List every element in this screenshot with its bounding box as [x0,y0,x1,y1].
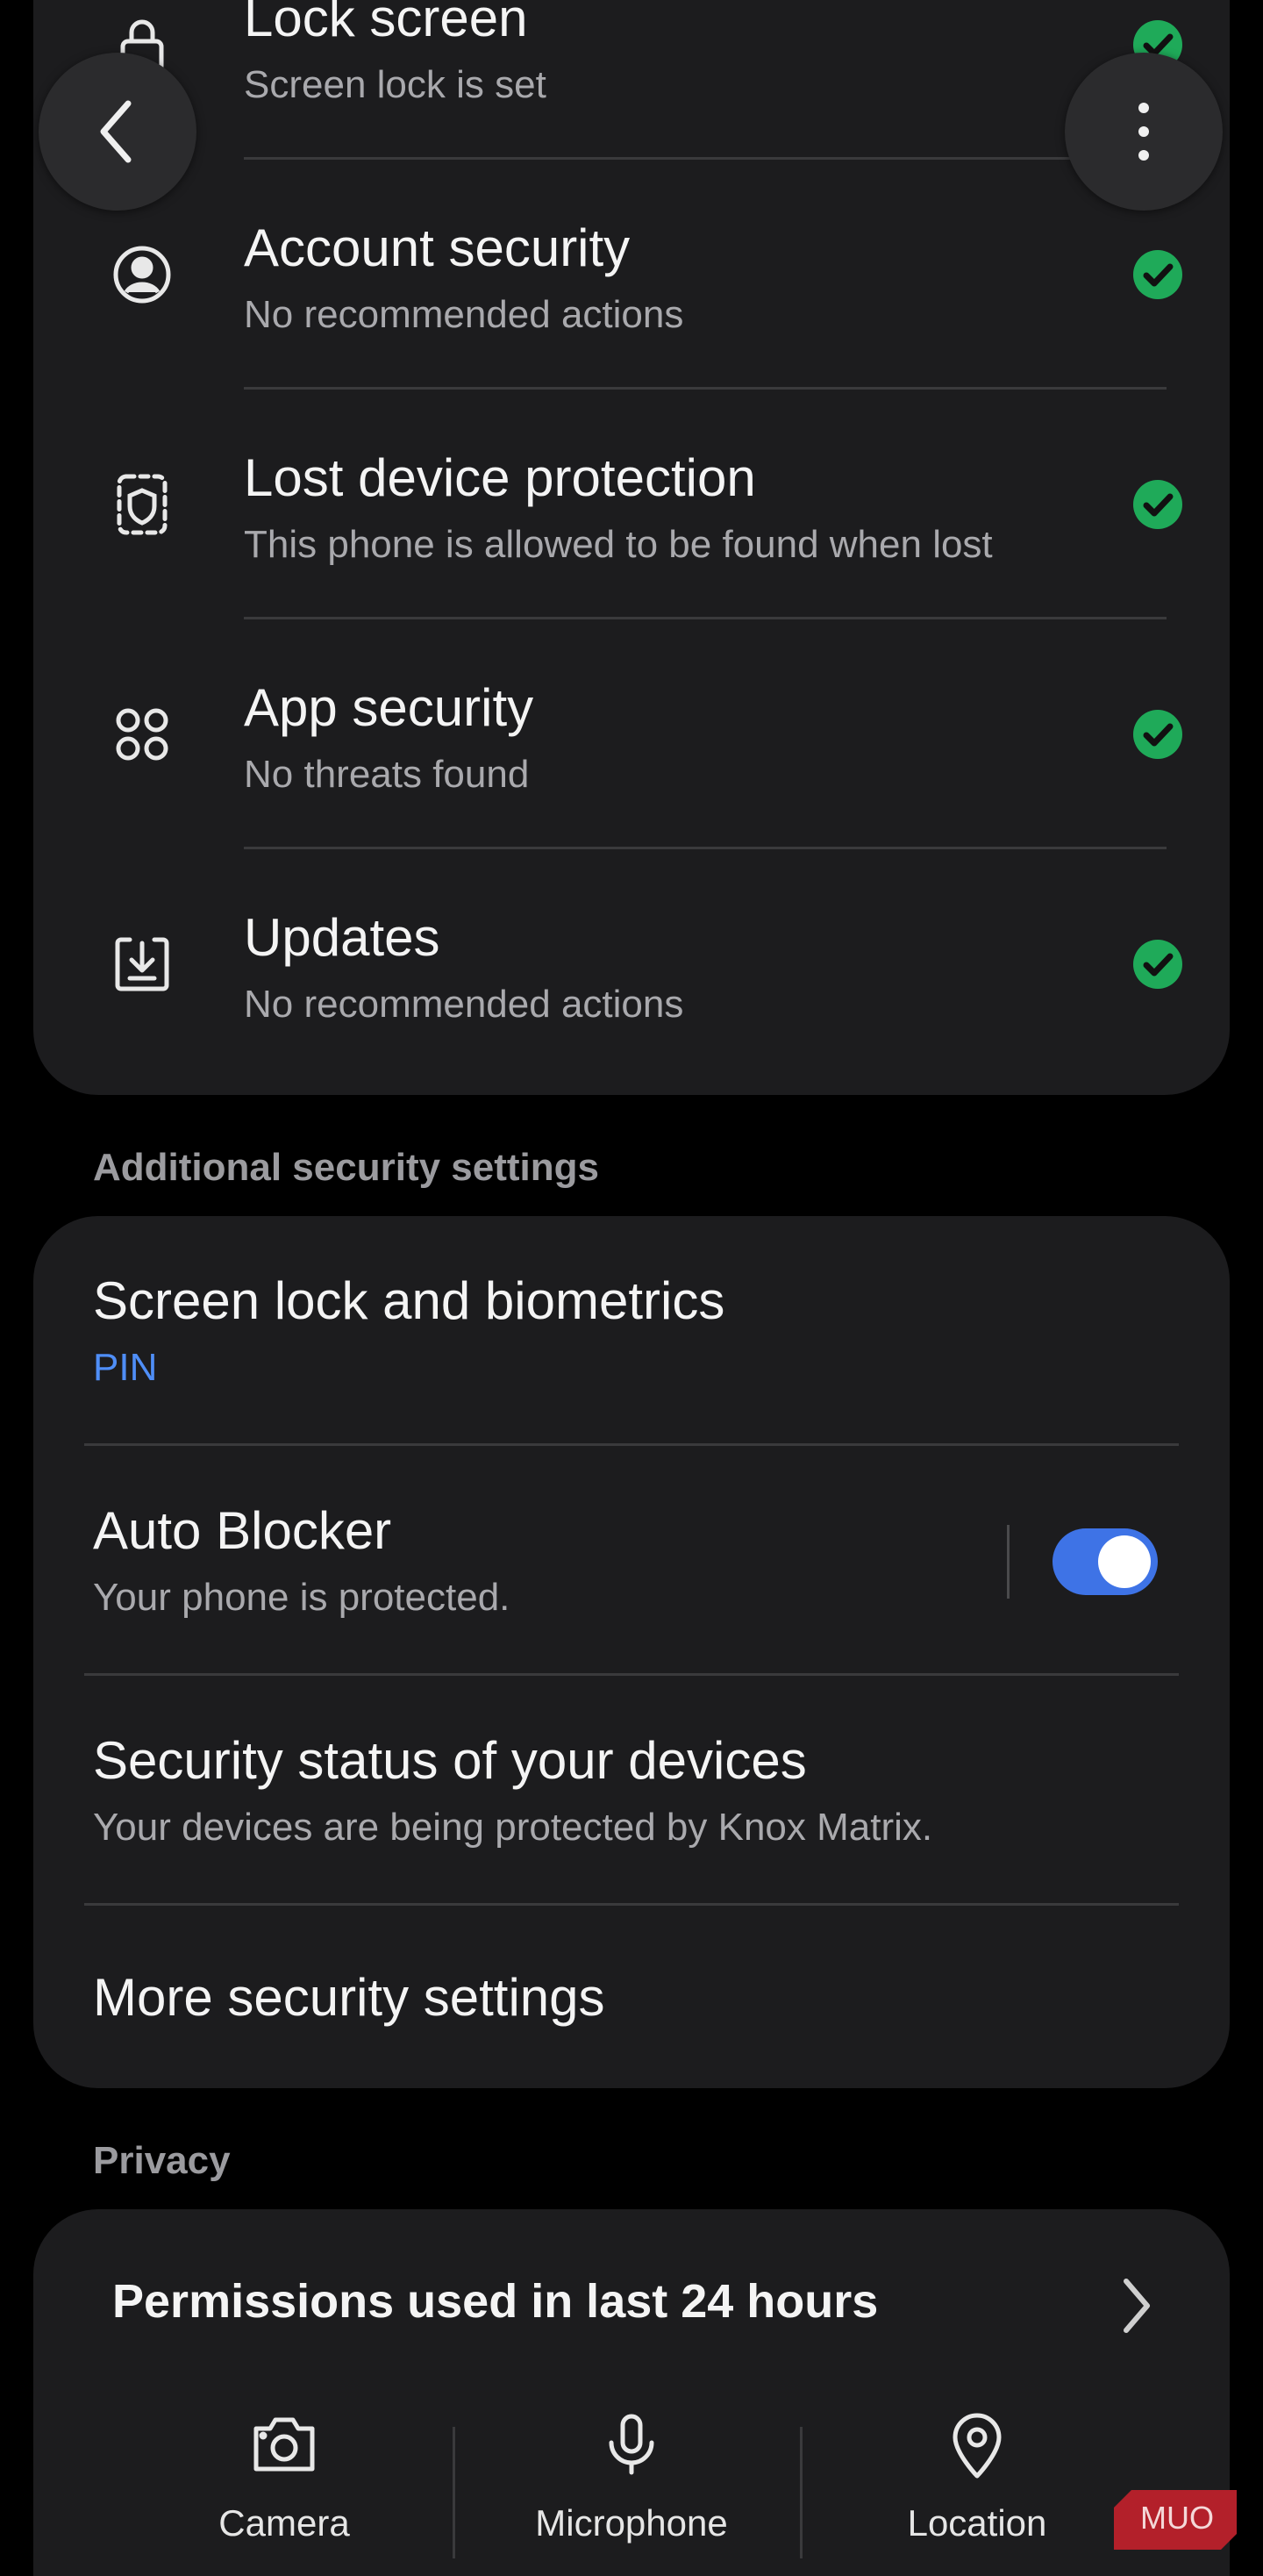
privacy-card: Permissions used in last 24 hours Camera [33,2209,1230,2576]
item-subtitle: Your devices are being protected by Knox… [93,1806,933,1849]
check-row-lock-screen[interactable]: Lock screen Screen lock is set [33,0,1230,160]
permission-separator [800,2427,803,2558]
check-row-account-security[interactable]: Account security No recommended actions [33,160,1230,390]
item-subtitle: PIN [93,1346,158,1389]
more-options-button[interactable] [1065,53,1223,211]
check-subtitle: No recommended actions [244,293,684,336]
toggle-knob [1098,1535,1151,1588]
item-title: Screen lock and biometrics [93,1271,725,1330]
item-title: Security status of your devices [93,1731,807,1790]
check-subtitle: This phone is allowed to be found when l… [244,523,993,566]
check-title: App security [244,678,534,737]
permission-label: Camera [218,2502,350,2544]
microphone-icon [601,2411,662,2482]
check-icon [1131,248,1184,301]
vertical-separator [1007,1525,1010,1599]
security-privacy-screen: Lock screen Screen lock is set Account s… [0,0,1263,2576]
permission-microphone[interactable]: Microphone [500,2411,763,2576]
item-subtitle: Your phone is protected. [93,1576,510,1619]
shield-icon [109,471,175,538]
section-header-privacy: Privacy [93,2139,231,2182]
auto-blocker-item[interactable]: Auto Blocker Your phone is protected. [33,1446,1230,1676]
check-title: Account security [244,218,631,277]
download-icon [109,931,175,998]
check-title: Lost device protection [244,448,756,507]
apps-icon [109,701,175,768]
permissions-title[interactable]: Permissions used in last 24 hours [112,2274,878,2329]
auto-blocker-toggle[interactable] [1052,1528,1158,1595]
check-subtitle: No threats found [244,753,530,796]
security-checks-card: Lock screen Screen lock is set Account s… [33,0,1230,1095]
check-subtitle: No recommended actions [244,983,684,1026]
item-title: Auto Blocker [93,1501,392,1560]
permission-label: Microphone [535,2502,728,2544]
chevron-right-icon[interactable] [1114,2271,1158,2345]
account-icon [109,241,175,308]
camera-icon [249,2411,319,2482]
more-security-settings-item[interactable]: More security settings [33,1906,1230,2088]
additional-security-card: Screen lock and biometrics PIN Auto Bloc… [33,1216,1230,2088]
muo-watermark-logo: MUO [1114,2483,1237,2554]
item-title: More security settings [93,1968,605,2027]
permission-camera[interactable]: Camera [153,2411,416,2576]
location-icon [946,2411,1008,2486]
check-title: Lock screen [244,0,528,47]
screen-lock-biometrics-item[interactable]: Screen lock and biometrics PIN [33,1216,1230,1446]
check-icon [1131,478,1184,531]
check-subtitle: Screen lock is set [244,63,546,106]
check-title: Updates [244,908,440,967]
check-row-app-security[interactable]: App security No threats found [33,619,1230,849]
device-security-status-item[interactable]: Security status of your devices Your dev… [33,1676,1230,1906]
check-icon [1131,708,1184,761]
chevron-left-icon [100,100,132,163]
section-header-additional-security: Additional security settings [93,1146,599,1189]
check-icon [1131,938,1184,991]
permission-location[interactable]: Location [846,2411,1109,2576]
more-vertical-icon [1138,103,1149,161]
permission-separator [453,2427,455,2558]
permission-label: Location [907,2502,1047,2544]
check-row-updates[interactable]: Updates No recommended actions [33,849,1230,1079]
svg-text:MUO: MUO [1140,2500,1214,2536]
check-row-lost-device[interactable]: Lost device protection This phone is all… [33,390,1230,619]
back-button[interactable] [39,53,196,211]
